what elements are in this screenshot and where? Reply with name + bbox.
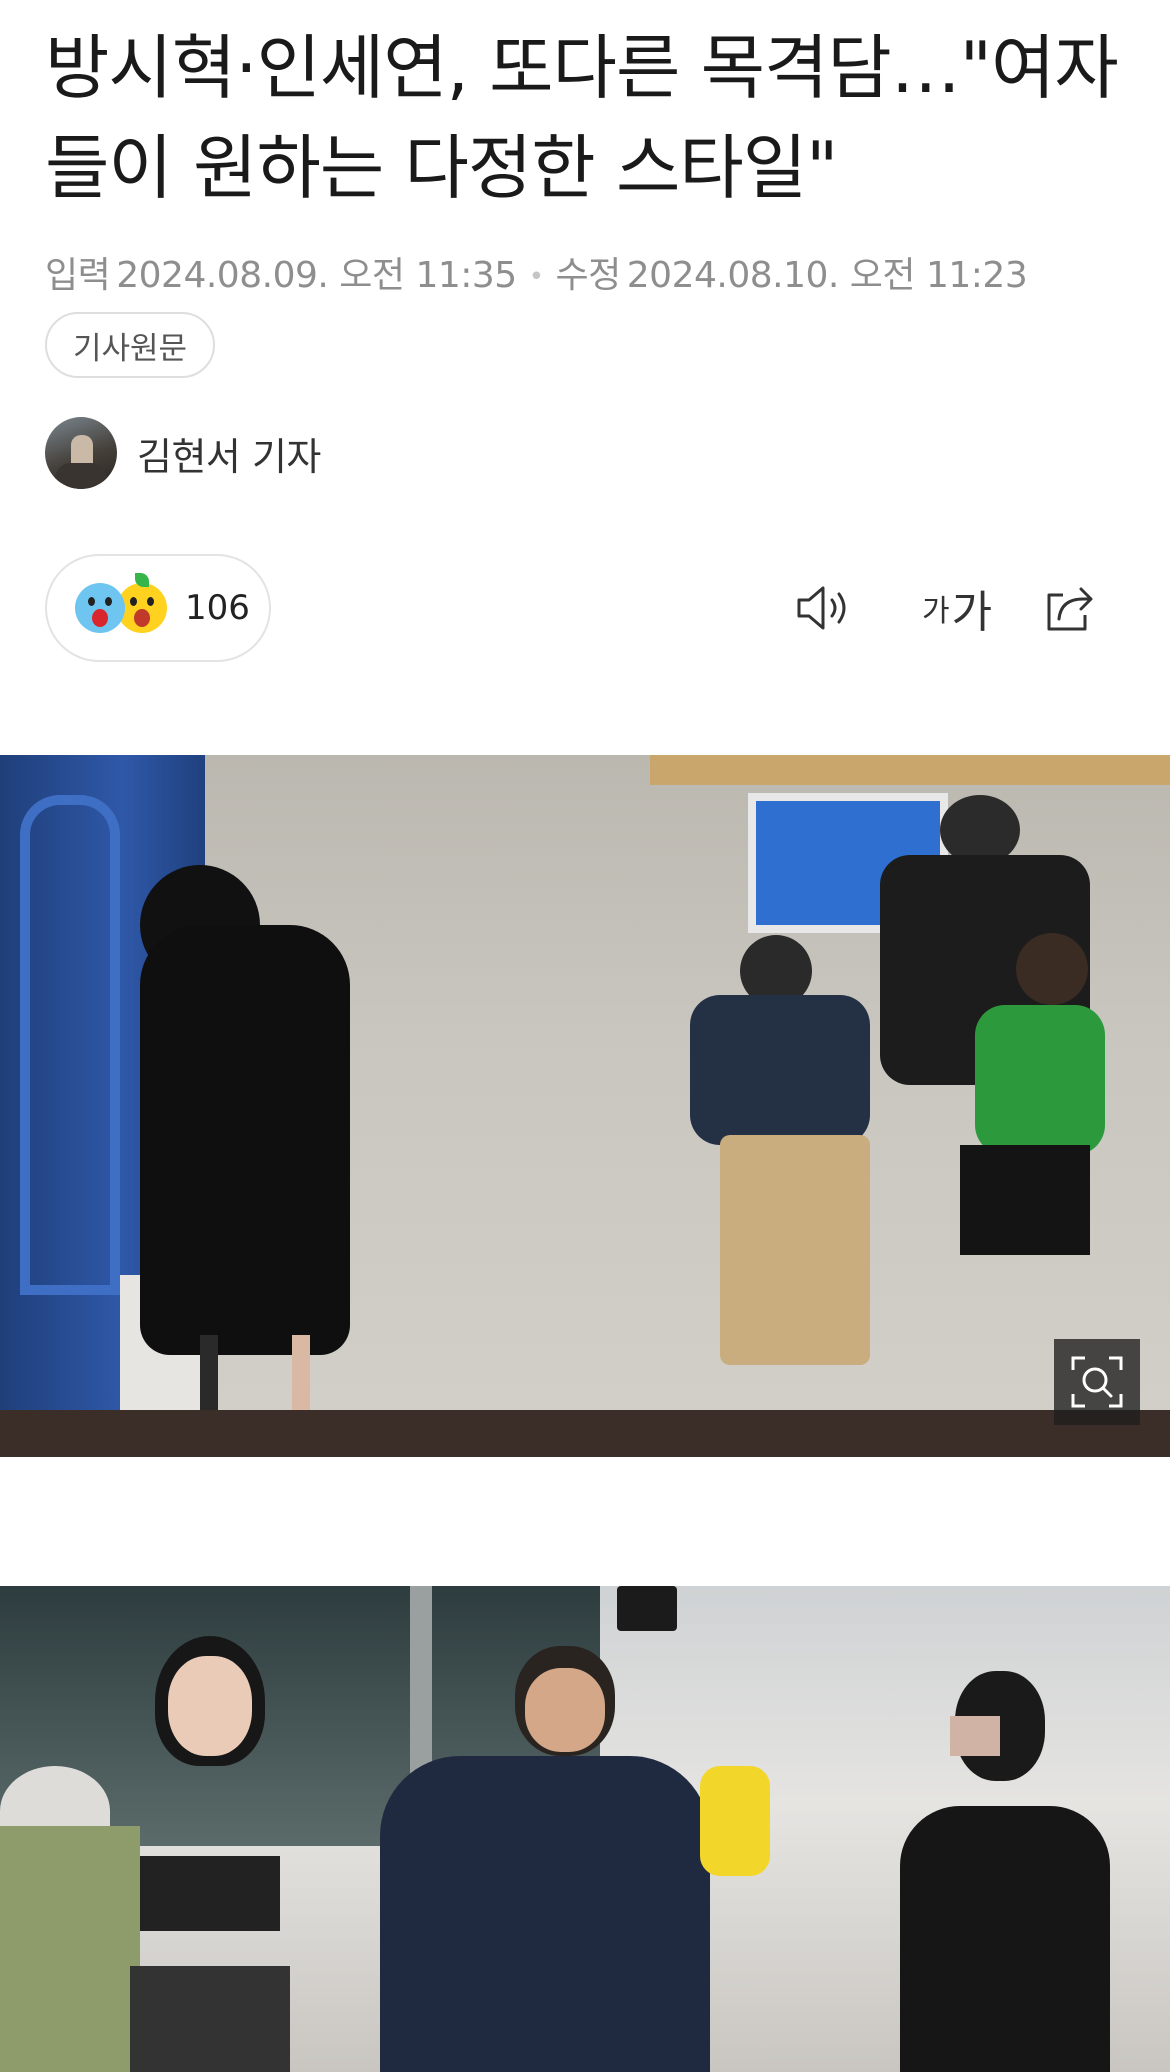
font-size-small-label: 가: [921, 594, 950, 629]
text-to-speech-button[interactable]: [792, 576, 856, 640]
reaction-button[interactable]: 106: [45, 554, 271, 662]
reporter-name[interactable]: 김현서 기자: [137, 426, 321, 481]
article-dates: 입력 2024.08.09. 오전 11:35 • 수정 2024.08.10. 오전 …: [45, 246, 1028, 298]
avatar[interactable]: [45, 417, 117, 489]
article-photo-1[interactable]: [0, 755, 1170, 1457]
article-photo-2[interactable]: [0, 1586, 1170, 2072]
separator-dot: •: [528, 262, 544, 292]
input-label: 입력: [45, 255, 111, 296]
font-size-button[interactable]: 가가: [912, 576, 1002, 640]
reaction-count: 106: [185, 588, 250, 628]
font-size-large-label: 가: [951, 587, 993, 638]
scared-face-icon: [75, 583, 125, 633]
image-zoom-button[interactable]: [1054, 1339, 1140, 1425]
speaker-icon: [797, 586, 846, 630]
article-title: 방시혁·인세연, 또다른 목격담…"여자들이 원하는 다정한 스타일": [45, 27, 1119, 209]
reporter-profile[interactable]: 김현서 기자: [45, 417, 321, 489]
modified-date: 2024.08.10. 오전 11:23: [626, 255, 1028, 296]
share-icon: [1047, 587, 1093, 631]
input-date: 2024.08.09. 오전 11:35: [116, 255, 517, 296]
modified-label: 수정: [555, 255, 622, 296]
zoom-search-icon: [1071, 1356, 1123, 1408]
original-article-button[interactable]: 기사원문: [45, 312, 216, 378]
share-button[interactable]: [1038, 576, 1102, 640]
